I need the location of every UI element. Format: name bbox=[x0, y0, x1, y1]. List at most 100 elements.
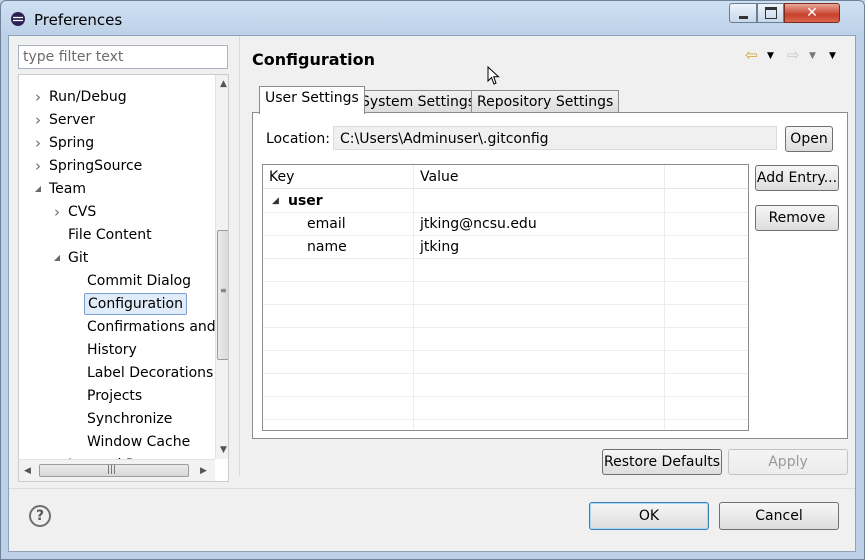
close-button[interactable]: ✕ bbox=[784, 3, 840, 23]
tree-item[interactable]: Window Cache bbox=[19, 431, 215, 453]
page-navigation: ⇦ ▼ ⇨ ▼ ▼ bbox=[745, 46, 845, 68]
remove-button[interactable]: Remove bbox=[755, 205, 839, 231]
maximize-icon bbox=[764, 7, 777, 19]
expand-arrow-icon[interactable]: › bbox=[32, 109, 44, 131]
table-row[interactable]: name jtking bbox=[263, 236, 748, 259]
tab-label: System Settings bbox=[361, 94, 476, 110]
row-key: name bbox=[307, 239, 347, 255]
tree-item-label: SpringSource bbox=[49, 158, 143, 174]
tree-item[interactable]: › Run/Debug bbox=[19, 86, 215, 108]
tree-item[interactable]: Label Decorations bbox=[19, 362, 215, 384]
tree-item-label: Confirmations and W bbox=[87, 319, 229, 335]
minimize-button[interactable] bbox=[729, 3, 757, 23]
add-entry-button[interactable]: Add Entry... bbox=[755, 165, 839, 191]
forward-icon[interactable]: ⇨ bbox=[787, 46, 800, 64]
column-header-filler bbox=[665, 165, 748, 189]
open-button[interactable]: Open bbox=[785, 126, 833, 152]
tree-vertical-scroll-thumb[interactable]: ≡ bbox=[217, 230, 228, 360]
collapse-arrow-icon[interactable]: ◢ bbox=[32, 178, 44, 200]
tab-system-settings[interactable]: System Settings bbox=[355, 90, 482, 113]
scroll-up-icon[interactable]: ▲ bbox=[220, 79, 227, 89]
tree-item-label: Commit Dialog bbox=[87, 273, 192, 289]
row-value: jtking bbox=[420, 239, 460, 255]
filter-input[interactable] bbox=[18, 45, 228, 69]
row-value: jtking@ncsu.edu bbox=[420, 216, 537, 232]
location-field: C:\Users\Adminuser\.gitconfig bbox=[333, 126, 777, 150]
tree-item[interactable]: › Spring bbox=[19, 132, 215, 154]
expand-arrow-icon[interactable]: › bbox=[32, 155, 44, 177]
expand-arrow-icon[interactable]: › bbox=[32, 86, 44, 108]
tree-item[interactable]: Configuration bbox=[19, 293, 215, 315]
page-title: Configuration bbox=[252, 50, 376, 69]
column-header-value[interactable]: Value bbox=[414, 165, 665, 189]
tree-item[interactable]: Synchronize bbox=[19, 408, 215, 430]
restore-defaults-button[interactable]: Restore Defaults bbox=[602, 449, 722, 475]
back-menu-icon[interactable]: ▼ bbox=[767, 51, 774, 61]
dialog-client-area: › Run/Debug › Server › Spring › SpringSource ◢ Te… bbox=[8, 35, 856, 552]
apply-button[interactable]: Apply bbox=[728, 449, 848, 475]
preferences-window: Preferences ✕ › Run/Debug › Server › Spring › S… bbox=[0, 0, 865, 560]
scroll-right-icon[interactable]: ▶ bbox=[200, 466, 207, 476]
tree-item[interactable]: History bbox=[19, 339, 215, 361]
tree-item[interactable]: Projects bbox=[19, 385, 215, 407]
forward-menu-icon[interactable]: ▼ bbox=[809, 51, 816, 61]
user-settings-panel: Location: C:\Users\Adminuser\.gitconfig … bbox=[252, 112, 848, 439]
eclipse-icon bbox=[11, 12, 25, 26]
tree-item[interactable]: Commit Dialog bbox=[19, 270, 215, 292]
settings-tabs: User Settings System Settings Repository… bbox=[252, 86, 848, 114]
table-row[interactable]: email jtking@ncsu.edu bbox=[263, 213, 748, 236]
scroll-left-icon[interactable]: ◀ bbox=[24, 466, 31, 476]
table-row-empty bbox=[263, 282, 748, 305]
tree-item-label: File Content bbox=[68, 227, 152, 243]
tree-item[interactable]: › Server bbox=[19, 109, 215, 131]
tree-item-label: Spring bbox=[49, 135, 95, 151]
table-row-empty bbox=[263, 397, 748, 420]
tree-item-label: Team bbox=[49, 181, 87, 197]
help-icon[interactable]: ? bbox=[29, 505, 51, 527]
tree-item-label: Server bbox=[49, 112, 95, 128]
tree-item[interactable]: › CVS bbox=[19, 201, 215, 223]
pane-divider[interactable] bbox=[239, 36, 240, 476]
preference-tree[interactable]: › Run/Debug › Server › Spring › SpringSource ◢ Te… bbox=[18, 74, 229, 482]
tree-item[interactable]: Confirmations and W bbox=[19, 316, 228, 338]
tree-item-label: Label Decorations bbox=[87, 365, 214, 381]
cancel-button[interactable]: Cancel bbox=[719, 502, 839, 530]
back-icon[interactable]: ⇦ bbox=[745, 46, 758, 64]
config-table[interactable]: Key Value ◢ user email jtking@ncsu.edu n… bbox=[262, 164, 749, 431]
mouse-cursor-icon bbox=[487, 66, 500, 85]
tab-user-settings[interactable]: User Settings bbox=[259, 86, 365, 114]
column-header-key[interactable]: Key bbox=[263, 165, 414, 189]
tree-item-label: Configuration bbox=[84, 293, 187, 315]
scroll-down-icon[interactable]: ▼ bbox=[220, 445, 227, 455]
tree-item-label: Run/Debug bbox=[49, 89, 127, 105]
expand-icon[interactable]: ◢ bbox=[272, 190, 279, 212]
collapse-arrow-icon[interactable]: ◢ bbox=[51, 247, 63, 269]
tree-item[interactable]: ◢ Git bbox=[19, 247, 215, 269]
tree-item-label: History bbox=[87, 342, 137, 358]
view-menu-icon[interactable]: ▼ bbox=[829, 51, 836, 61]
tree-item[interactable]: File Content bbox=[19, 224, 215, 246]
tree-item-label: Git bbox=[68, 250, 89, 266]
minimize-icon bbox=[738, 15, 748, 19]
expand-arrow-icon[interactable]: › bbox=[32, 132, 44, 154]
tree-item-label: Projects bbox=[87, 388, 143, 404]
tree-item[interactable]: ◢ Team bbox=[19, 178, 215, 200]
tree-horizontal-scroll-thumb[interactable]: ||| bbox=[39, 464, 189, 477]
title-bar[interactable]: Preferences ✕ bbox=[1, 1, 864, 35]
ok-button[interactable]: OK bbox=[589, 502, 709, 530]
tree-item[interactable]: › SpringSource bbox=[19, 155, 215, 177]
expand-arrow-icon[interactable]: › bbox=[51, 201, 63, 223]
maximize-button[interactable] bbox=[757, 3, 784, 23]
tab-repository-settings[interactable]: Repository Settings bbox=[471, 90, 620, 113]
table-row-empty bbox=[263, 305, 748, 328]
table-row[interactable]: ◢ user bbox=[263, 190, 748, 213]
footer-divider bbox=[9, 488, 855, 489]
